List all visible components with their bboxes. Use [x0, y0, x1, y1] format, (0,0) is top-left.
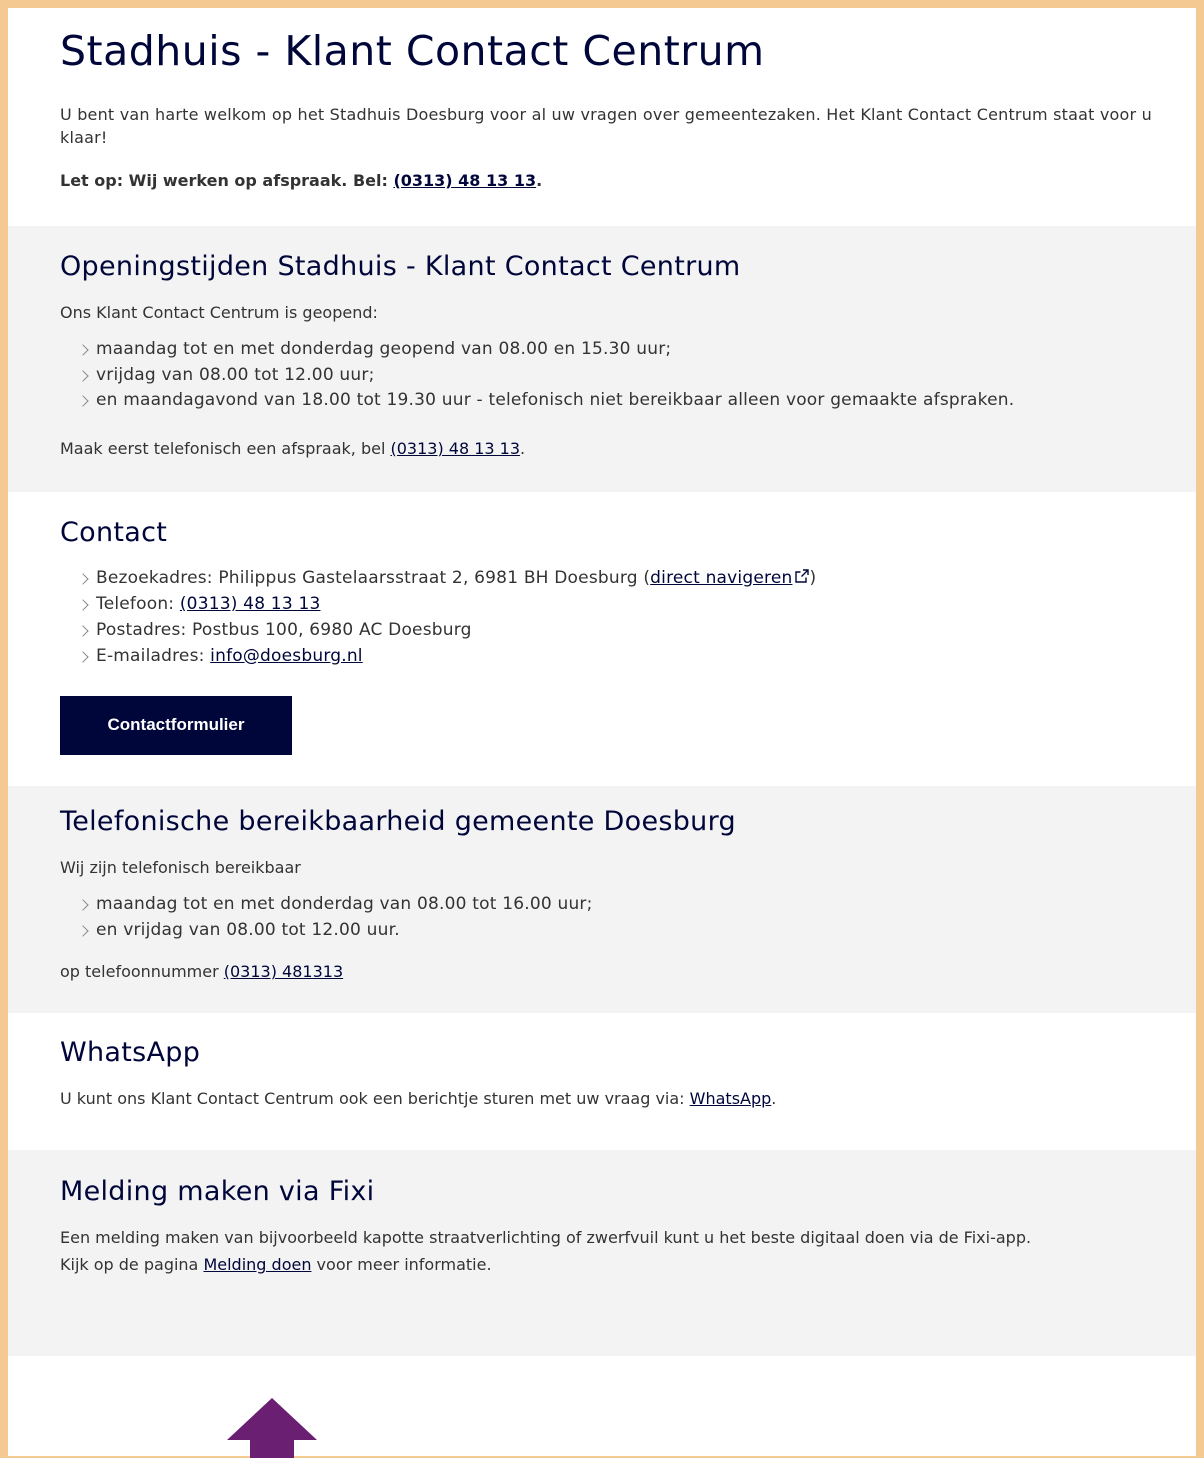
- opening-hours-title: Openingstijden Stadhuis - Klant Contact …: [60, 251, 1152, 282]
- notice-label: Let op: Wij werken op afspraak. Bel:: [60, 171, 393, 190]
- external-link-icon: [795, 567, 809, 593]
- notice-phone-link[interactable]: (0313) 48 13 13: [393, 171, 536, 190]
- direct-navigate-link[interactable]: direct navigeren: [650, 568, 792, 588]
- email-link[interactable]: info@doesburg.nl: [210, 646, 363, 666]
- contact-visit-address: Bezoekadres: Philippus Gastelaarsstraat …: [77, 566, 1152, 593]
- fixi-text-2: Kijk op de pagina Melding doen voor meer…: [60, 1253, 1152, 1276]
- header-section: Stadhuis - Klant Contact Centrum U bent …: [8, 8, 1196, 226]
- phone-footer-label: op telefoonnummer: [60, 962, 224, 981]
- appointment-notice: Let op: Wij werken op afspraak. Bel: (03…: [60, 169, 1152, 192]
- phone-hours-list: maandag tot en met donderdag van 08.00 t…: [60, 892, 1152, 943]
- phone-hours-intro: Wij zijn telefonisch bereikbaar: [60, 856, 1152, 879]
- opening-hours-section: Openingstijden Stadhuis - Klant Contact …: [8, 226, 1196, 492]
- phone-hours-footer: op telefoonnummer (0313) 481313: [60, 960, 1152, 983]
- phone-hours-section: Telefonische bereikbaarheid gemeente Doe…: [8, 786, 1196, 1013]
- opening-phone-link[interactable]: (0313) 48 13 13: [391, 439, 521, 458]
- up-arrow-annotation-icon: [227, 1398, 317, 1458]
- fixi-title: Melding maken via Fixi: [60, 1176, 1152, 1207]
- opening-footer-label: Maak eerst telefonisch een afspraak, bel: [60, 439, 391, 458]
- opening-footer-end: .: [520, 439, 525, 458]
- contact-list: Bezoekadres: Philippus Gastelaarsstraat …: [60, 566, 1152, 669]
- whatsapp-label: U kunt ons Klant Contact Centrum ook een…: [60, 1089, 690, 1108]
- opening-hours-list: maandag tot en met donderdag geopend van…: [60, 337, 1152, 414]
- contact-title: Contact: [60, 517, 1152, 548]
- list-item: en vrijdag van 08.00 tot 12.00 uur.: [77, 918, 1152, 944]
- page-title: Stadhuis - Klant Contact Centrum: [60, 27, 1152, 75]
- phone-hours-title: Telefonische bereikbaarheid gemeente Doe…: [60, 806, 1152, 837]
- whatsapp-link[interactable]: WhatsApp: [690, 1089, 772, 1108]
- fixi-label: Kijk op de pagina: [60, 1255, 203, 1274]
- visit-end: ): [809, 568, 816, 588]
- page-frame: Stadhuis - Klant Contact Centrum U bent …: [8, 8, 1196, 1456]
- fixi-section: Melding maken via Fixi Een melding maken…: [8, 1150, 1196, 1356]
- melding-doen-link[interactable]: Melding doen: [203, 1255, 311, 1274]
- whatsapp-section: WhatsApp U kunt ons Klant Contact Centru…: [8, 1013, 1196, 1150]
- contact-email: E-mailadres: info@doesburg.nl: [77, 644, 1152, 670]
- whatsapp-title: WhatsApp: [60, 1037, 1152, 1068]
- phone-hours-link[interactable]: (0313) 481313: [224, 962, 343, 981]
- visit-label: Bezoekadres: Philippus Gastelaarsstraat …: [96, 568, 650, 588]
- contact-form-button[interactable]: Contactformulier: [60, 696, 292, 755]
- list-item: maandag tot en met donderdag geopend van…: [77, 337, 1152, 363]
- list-item: vrijdag van 08.00 tot 12.00 uur;: [77, 363, 1152, 389]
- whatsapp-text: U kunt ons Klant Contact Centrum ook een…: [60, 1087, 1152, 1110]
- whatsapp-end: .: [771, 1089, 776, 1108]
- opening-footer: Maak eerst telefonisch een afspraak, bel…: [60, 437, 1152, 460]
- contact-phone-link[interactable]: (0313) 48 13 13: [180, 594, 321, 614]
- list-item: en maandagavond van 18.00 tot 19.30 uur …: [77, 388, 1152, 414]
- phone-label: Telefoon:: [96, 594, 180, 614]
- notice-end: .: [536, 171, 542, 190]
- list-item: maandag tot en met donderdag van 08.00 t…: [77, 892, 1152, 918]
- email-label: E-mailadres:: [96, 646, 210, 666]
- contact-phone: Telefoon: (0313) 48 13 13: [77, 592, 1152, 618]
- opening-intro: Ons Klant Contact Centrum is geopend:: [60, 301, 1152, 324]
- fixi-text: Een melding maken van bijvoorbeeld kapot…: [60, 1226, 1152, 1249]
- fixi-end: voor meer informatie.: [311, 1255, 491, 1274]
- contact-postal: Postadres: Postbus 100, 6980 AC Doesburg: [77, 618, 1152, 644]
- intro-text: U bent van harte welkom op het Stadhuis …: [60, 103, 1152, 149]
- contact-section: Contact Bezoekadres: Philippus Gastelaar…: [8, 492, 1196, 786]
